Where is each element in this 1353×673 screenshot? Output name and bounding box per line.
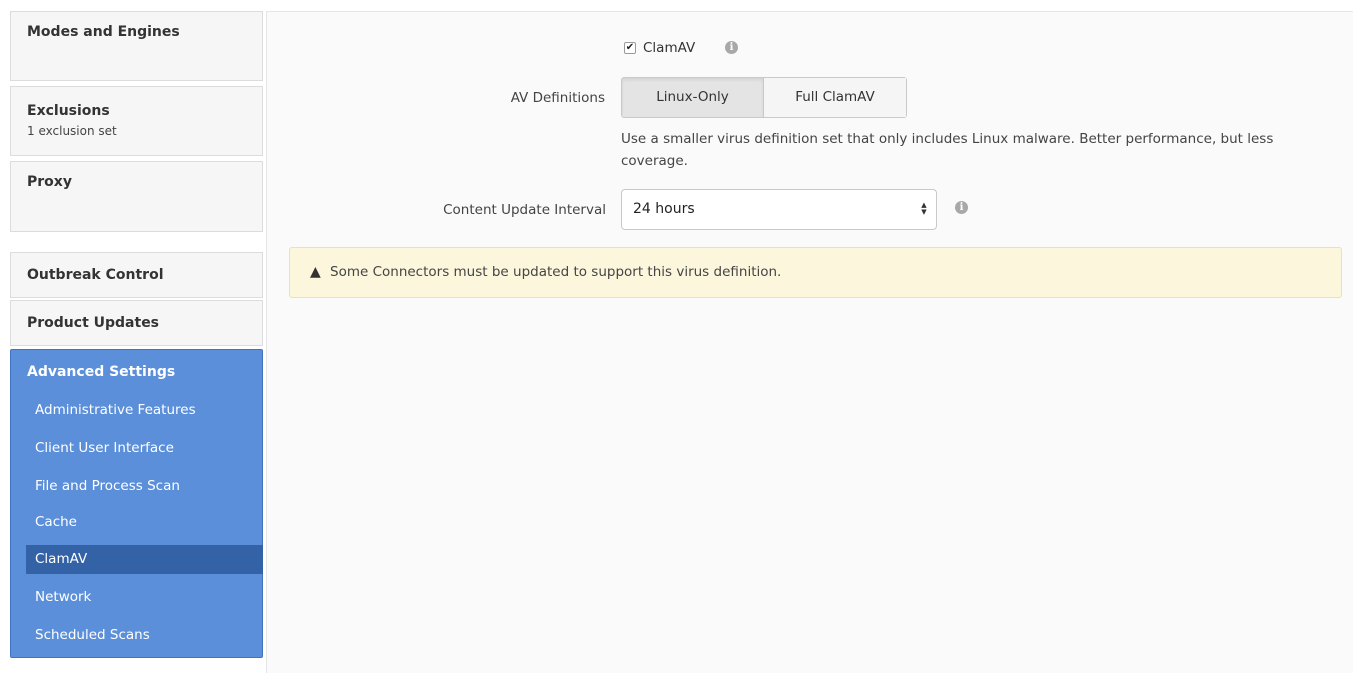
sidebar-section-title[interactable]: Advanced Settings [27,364,175,380]
settings-sidebar: Modes and Engines Exclusions 1 exclusion… [0,0,265,673]
av-definitions-description: Use a smaller virus definition set that … [621,131,1274,169]
sidebar-section-advanced-settings: Advanced Settings Administrative Feature… [10,349,263,658]
clamav-checkbox[interactable]: ✔ [624,42,636,54]
info-icon[interactable]: i [725,41,738,54]
sidebar-item-modes-and-engines[interactable]: Modes and Engines [10,11,263,81]
av-definitions-label: AV Definitions [510,90,605,106]
linux-only-button[interactable]: Linux-Only [622,78,764,117]
sidebar-subitem-clamav[interactable]: ClamAV [26,545,263,574]
sidebar-subitem-scheduled-scans[interactable]: Scheduled Scans [26,621,263,650]
alert-message: Some Connectors must be updated to suppo… [330,264,782,280]
sidebar-subitem-client-user-interface[interactable]: Client User Interface [26,434,263,463]
sidebar-item-label: Exclusions [27,103,110,119]
sidebar-item-label: Modes and Engines [27,24,180,40]
sidebar-item-product-updates[interactable]: Product Updates [10,300,263,346]
sidebar-item-outbreak-control[interactable]: Outbreak Control [10,252,263,298]
sidebar-item-sublabel: 1 exclusion set [27,124,117,138]
sidebar-item-proxy[interactable]: Proxy [10,161,263,232]
content-update-interval-label: Content Update Interval [443,202,606,218]
clamav-checkbox-label[interactable]: ClamAV [643,40,695,56]
av-definitions-toggle: Linux-Only Full ClamAV [621,77,907,118]
sidebar-subitem-network[interactable]: Network [26,583,263,612]
sidebar-item-exclusions[interactable]: Exclusions 1 exclusion set [10,86,263,156]
content-update-interval-value: 24 hours [633,201,695,217]
warning-icon: ▲ [310,264,321,280]
connector-update-warning: ▲ Some Connectors must be updated to supp… [289,247,1342,298]
content-update-interval-select[interactable]: 24 hours ▲ ▼ [621,189,937,230]
sidebar-subitem-file-and-process-scan[interactable]: File and Process Scan [26,472,263,501]
check-icon: ✔ [625,42,635,53]
sidebar-item-label: Proxy [27,174,72,190]
sidebar-item-label: Outbreak Control [27,267,164,283]
full-clamav-button[interactable]: Full ClamAV [764,78,906,117]
sidebar-subitem-administrative-features[interactable]: Administrative Features [26,396,263,425]
sidebar-item-label: Product Updates [27,315,160,331]
info-icon[interactable]: i [955,201,968,214]
sidebar-subitem-cache[interactable]: Cache [26,508,263,537]
select-arrows-icon: ▲ ▼ [921,201,927,216]
